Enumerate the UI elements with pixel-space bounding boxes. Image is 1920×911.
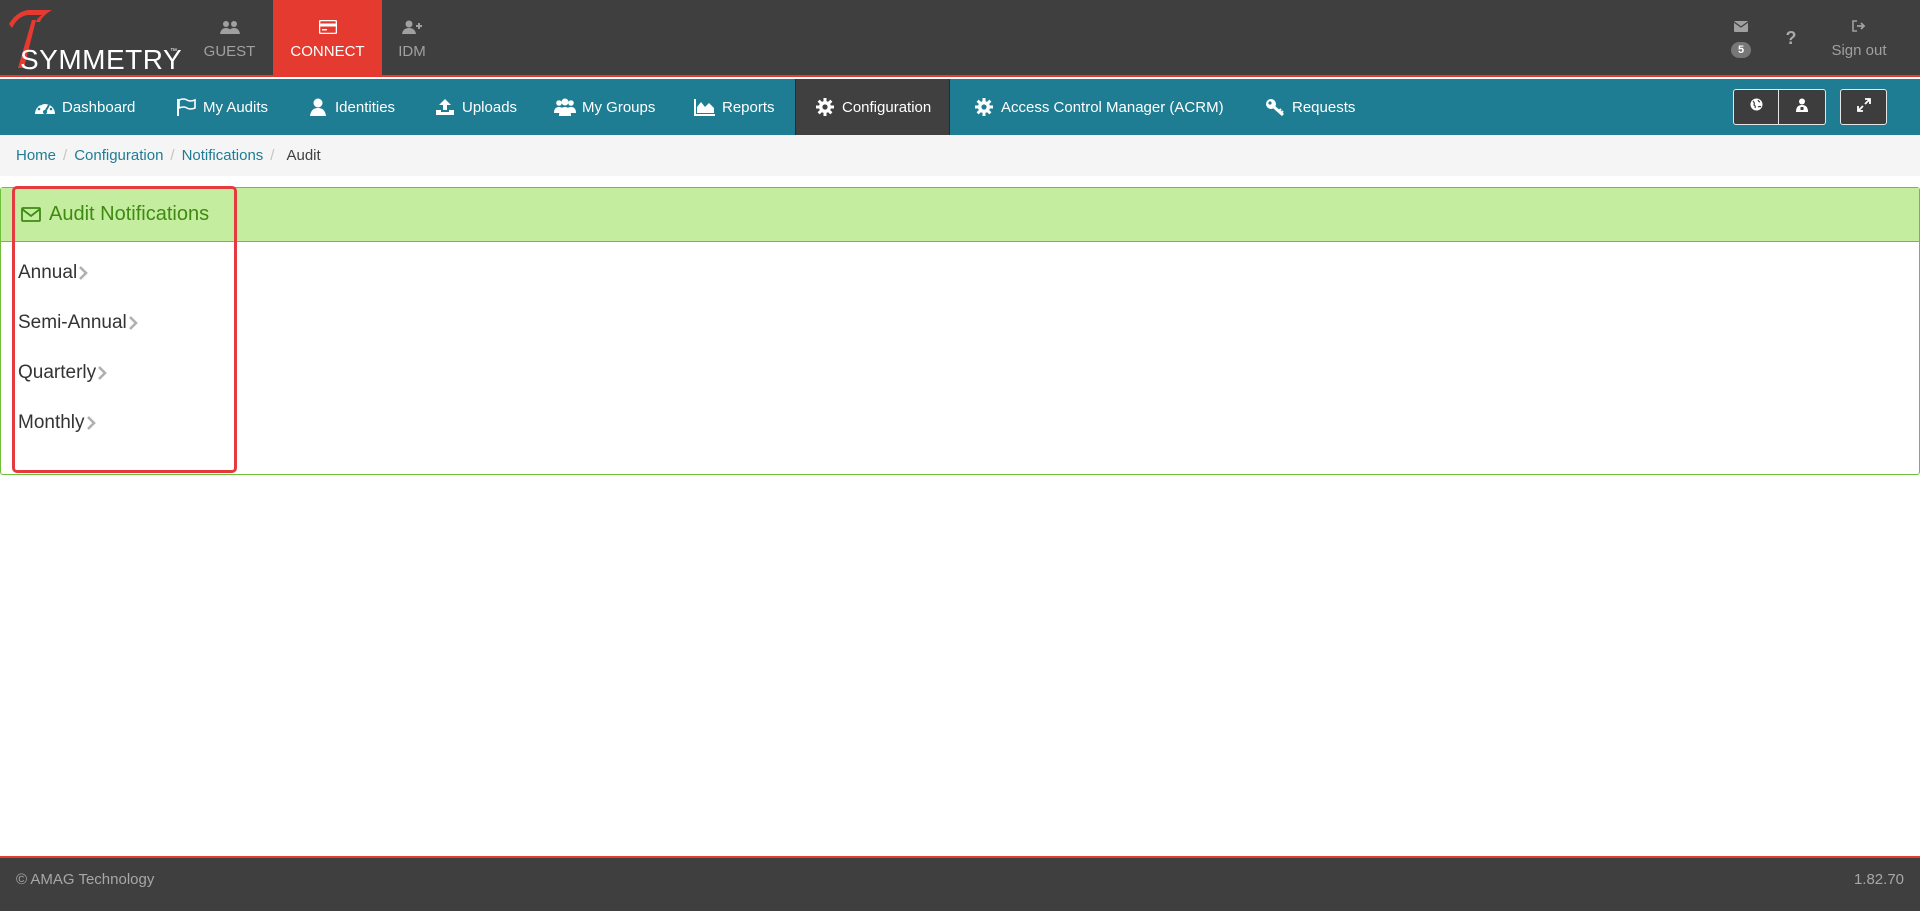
flag-icon <box>175 97 197 117</box>
nav-requests[interactable]: Requests <box>1264 79 1355 135</box>
nav-label: Requests <box>1292 98 1356 116</box>
dashboard-icon <box>34 97 56 117</box>
top-bar: SYMMETRY ™ GUEST CONNECT IDM 5 ? Sign ou… <box>0 0 1920 77</box>
card-icon <box>318 18 337 36</box>
question-icon: ? <box>1785 28 1797 48</box>
main-nav: Dashboard My Audits Identities Uploads M… <box>0 79 1920 135</box>
list-item-annual[interactable]: Annual <box>18 262 89 284</box>
breadcrumb-separator: / <box>270 147 275 164</box>
list-item-label: Quarterly <box>18 362 97 383</box>
list-item-label: Annual <box>18 262 78 283</box>
sign-out-button[interactable]: Sign out <box>1822 0 1896 77</box>
list-item-semi-annual[interactable]: Semi-Annual <box>18 312 138 334</box>
envelope-icon <box>1733 19 1749 36</box>
list-item-label: Monthly <box>18 412 85 433</box>
nav-dashboard[interactable]: Dashboard <box>34 79 135 135</box>
app-tab-guest[interactable]: GUEST <box>175 0 284 77</box>
symmetry-logo[interactable]: SYMMETRY ™ <box>6 6 182 75</box>
chevron-right-icon <box>97 365 107 381</box>
user-badge-icon <box>1796 98 1808 117</box>
breadcrumb-home[interactable]: Home <box>16 147 56 164</box>
messages-badge: 5 <box>1730 42 1752 58</box>
nav-reports[interactable]: Reports <box>694 79 775 135</box>
user-plus-icon <box>402 18 422 36</box>
list-item-monthly[interactable]: Monthly <box>18 412 96 434</box>
key-icon <box>1264 97 1286 117</box>
chevron-right-icon <box>86 415 96 431</box>
panel-heading: Audit Notifications <box>1 188 1919 242</box>
breadcrumb-notifications[interactable]: Notifications <box>182 147 264 164</box>
globe-icon <box>1750 98 1763 116</box>
nav-label: My Audits <box>203 98 269 116</box>
breadcrumb: Home / Configuration / Notifications / A… <box>0 135 1920 176</box>
chevron-right-icon <box>78 265 89 281</box>
expand-icon <box>1856 97 1871 117</box>
nav-label: Dashboard <box>62 98 136 116</box>
chevron-right-icon <box>128 315 138 331</box>
app-tab-label: CONNECT <box>290 42 365 60</box>
audit-notifications-panel: Audit Notifications Annual Semi-Annual Q… <box>0 187 1920 475</box>
app-tab-idm[interactable]: IDM <box>367 0 457 77</box>
user-icon <box>307 97 329 117</box>
fullscreen-button[interactable] <box>1840 89 1887 125</box>
footer-copyright: © AMAG Technology <box>16 871 155 888</box>
nav-label: Configuration <box>842 98 932 116</box>
nav-identities[interactable]: Identities <box>307 79 395 135</box>
breadcrumb-separator: / <box>170 147 175 164</box>
app-tab-connect[interactable]: CONNECT <box>273 0 382 77</box>
breadcrumb-configuration[interactable]: Configuration <box>74 147 163 164</box>
app-tab-label: IDM <box>398 42 426 60</box>
help-button[interactable]: ? <box>1776 0 1806 77</box>
nav-uploads[interactable]: Uploads <box>434 79 517 135</box>
list-item-label: Semi-Annual <box>18 312 127 333</box>
panel-title: Audit Notifications <box>49 203 210 225</box>
area-chart-icon <box>694 97 716 117</box>
language-button[interactable] <box>1733 89 1779 125</box>
users-icon <box>554 97 576 117</box>
messages-button[interactable]: 5 <box>1724 0 1758 77</box>
footer-version: 1.82.70 <box>1853 871 1904 888</box>
gear-icon <box>814 97 836 117</box>
nav-label: Uploads <box>462 98 518 116</box>
list-item-quarterly[interactable]: Quarterly <box>18 362 107 384</box>
nav-acrm[interactable]: Access Control Manager (ACRM) <box>973 79 1224 135</box>
brand-name: SYMMETRY <box>20 44 183 75</box>
nav-label: Identities <box>335 98 396 116</box>
nav-configuration[interactable]: Configuration <box>795 79 951 135</box>
footer: © AMAG Technology 1.82.70 <box>0 856 1920 911</box>
sign-out-label: Sign out <box>1831 41 1887 59</box>
gear-icon <box>973 97 995 117</box>
users-icon <box>219 18 240 36</box>
nav-label: Access Control Manager (ACRM) <box>1001 98 1224 116</box>
nav-label: My Groups <box>582 98 656 116</box>
breadcrumb-current: Audit <box>286 147 321 164</box>
sign-out-icon <box>1852 19 1866 36</box>
nav-label: Reports <box>722 98 775 116</box>
nav-my-audits[interactable]: My Audits <box>175 79 268 135</box>
app-tab-label: GUEST <box>203 42 256 60</box>
envelope-icon <box>21 207 41 222</box>
user-profile-button[interactable] <box>1779 89 1826 125</box>
nav-my-groups[interactable]: My Groups <box>554 79 655 135</box>
breadcrumb-separator: / <box>63 147 68 164</box>
upload-icon <box>434 97 456 117</box>
